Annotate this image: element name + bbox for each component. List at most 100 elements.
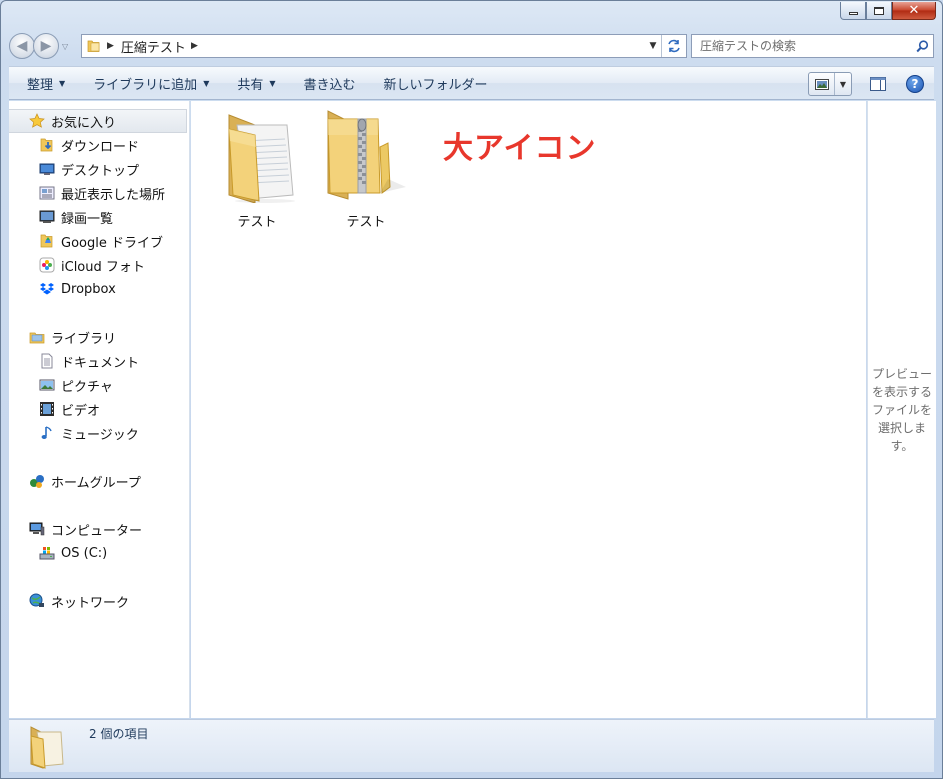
details-pane: 2 個の項目 [9,719,934,772]
nav-item-google-drive[interactable]: Google ドライブ [9,229,189,253]
address-row: ◀ ▶ ▽ ▶ 圧縮テスト ▶ ▼ [9,32,934,60]
search-box [691,34,934,58]
nav-computer[interactable]: コンピューター [9,517,189,541]
command-bar: 整理 ▼ ライブラリに追加 ▼ 共有 ▼ 書き込む 新しいフォルダー ▼ ? [9,66,934,100]
change-view-button[interactable]: ▼ [808,72,852,96]
nav-item-pictures[interactable]: ピクチャ [9,373,189,397]
nav-item-music[interactable]: ミュージック [9,421,189,445]
google-drive-folder-icon [39,233,55,249]
nav-favorites[interactable]: お気に入り [9,109,187,133]
explorer-window: ✕ ◀ ▶ ▽ ▶ 圧縮テスト ▶ ▼ 圧縮テストの検索 整理 ▼ ライブラリに… [0,0,943,779]
folder-large-icon [228,114,295,204]
nav-item-label: ドキュメント [61,355,140,371]
icloud-photos-icon [39,257,55,273]
chevron-down-icon: ▼ [203,78,210,88]
nav-item-label: ビデオ [61,403,101,419]
star-icon [29,113,45,129]
add-to-library-menu[interactable]: ライブラリに追加 ▼ [79,67,223,99]
share-menu[interactable]: 共有 ▼ [223,67,289,99]
breadcrumb-separator-icon[interactable]: ▶ [107,41,114,51]
nav-network-label: ネットワーク [51,595,130,611]
preview-pane-button[interactable] [866,72,890,96]
maximize-icon [874,6,884,15]
nav-item-recorded-tv[interactable]: 録画一覧 [9,205,189,229]
nav-item-label: Google ドライブ [61,235,163,251]
file-name-label[interactable]: テスト [209,211,305,230]
nav-item-label: ダウンロード [61,139,140,155]
address-dropdown-icon[interactable]: ▼ [646,35,660,57]
nav-libraries-label: ライブラリ [51,331,117,347]
drive-icon [39,545,55,561]
close-button[interactable]: ✕ [892,2,936,20]
desktop-icon [39,161,55,177]
breadcrumb-item[interactable]: 圧縮テスト [121,37,186,56]
refresh-button[interactable] [661,35,686,57]
file-item-zip-folder[interactable]: テスト [318,107,414,230]
network-icon [29,593,45,609]
address-bar[interactable]: ▶ 圧縮テスト ▶ ▼ [81,34,687,58]
nav-libraries[interactable]: ライブラリ [9,325,189,349]
nav-item-downloads[interactable]: ダウンロード [9,133,189,157]
organize-menu[interactable]: 整理 ▼ [9,67,79,99]
close-icon: ✕ [908,3,920,18]
item-count: 2 個の項目 [89,727,149,741]
nav-item-documents[interactable]: ドキュメント [9,349,189,373]
maximize-button[interactable] [866,2,892,20]
share-label: 共有 [237,77,264,93]
nav-item-recent-places[interactable]: 最近表示した場所 [9,181,189,205]
file-item-folder[interactable]: テスト [209,107,305,230]
nav-item-label: iCloud フォト [61,259,145,275]
nav-homegroup-label: ホームグループ [51,475,141,491]
nav-item-os-drive[interactable]: OS (C:) [9,541,189,565]
new-folder-label: 新しいフォルダー [383,77,488,93]
folder-icon [87,40,100,52]
libraries-icon [29,329,45,345]
back-button[interactable]: ◀ [9,33,35,59]
search-icon[interactable] [911,39,933,53]
nav-item-label: 最近表示した場所 [61,187,166,203]
nav-item-icloud-photos[interactable]: iCloud フォト [9,253,189,277]
breadcrumb: ▶ 圧縮テスト ▶ [82,35,205,57]
navigation-pane: お気に入り ダウンロード デスクトップ 最近表示した場所 録画一覧 Google… [9,101,190,718]
nav-item-videos[interactable]: ビデオ [9,397,189,421]
help-icon[interactable]: ? [906,75,924,93]
nav-homegroup[interactable]: ホームグループ [9,469,189,493]
nav-computer-label: コンピューター [51,523,143,539]
nav-item-desktop[interactable]: デスクトップ [9,157,189,181]
nav-item-label: Dropbox [61,281,116,297]
dropbox-icon [39,281,55,297]
nav-item-dropbox[interactable]: Dropbox [9,277,189,301]
view-icon [809,73,835,95]
file-name-label[interactable]: テスト [318,211,414,230]
folder-icon [27,724,69,774]
forward-button[interactable]: ▶ [33,33,59,59]
music-note-icon [39,425,55,441]
organize-label: 整理 [27,77,54,93]
monitor-icon [39,209,55,225]
burn-button[interactable]: 書き込む [290,67,370,99]
search-input[interactable] [692,35,911,57]
burn-label: 書き込む [303,77,356,93]
caption-buttons: ✕ [840,2,936,20]
preview-pane-icon [870,77,886,91]
nav-item-label: OS (C:) [61,545,108,561]
recent-pages-dropdown[interactable]: ▽ [62,42,68,51]
refresh-icon [668,39,680,53]
recent-places-icon [39,185,55,201]
chevron-down-icon[interactable]: ▼ [835,80,851,89]
minimize-icon [848,11,858,15]
nav-network[interactable]: ネットワーク [9,589,189,613]
nav-item-label: ミュージック [61,427,139,443]
film-icon [39,401,55,417]
downloads-folder-icon [39,137,55,153]
breadcrumb-separator-icon[interactable]: ▶ [191,41,198,51]
new-folder-button[interactable]: 新しいフォルダー [370,67,502,99]
forward-arrow-icon: ▶ [40,38,52,54]
minimize-button[interactable] [840,2,866,20]
nav-item-label: 録画一覧 [61,211,114,227]
file-list-pane[interactable]: テスト テスト 大アイコン [191,101,866,718]
picture-icon [39,377,55,393]
add-to-library-label: ライブラリに追加 [93,77,198,93]
computer-icon [29,521,45,537]
zip-folder-large-icon [327,110,406,200]
